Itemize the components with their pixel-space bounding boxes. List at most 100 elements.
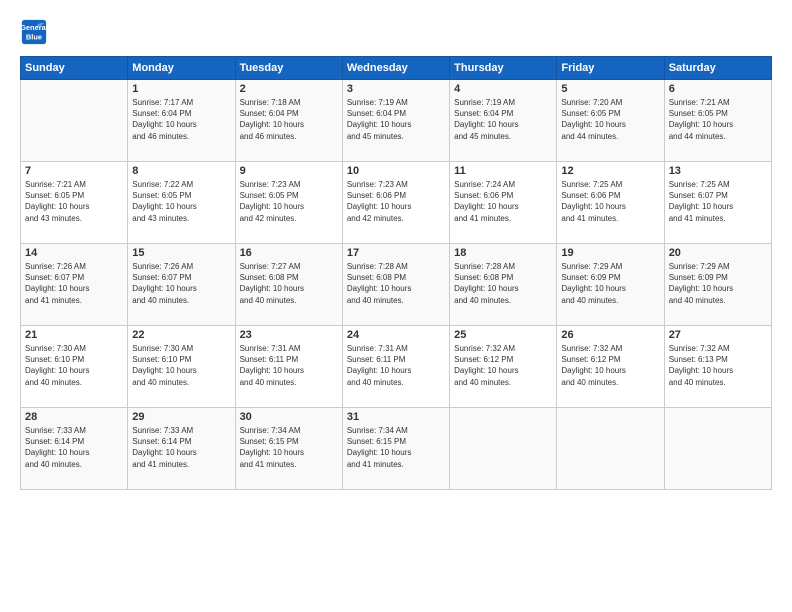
calendar-cell: 24 Sunrise: 7:31 AM Sunset: 6:11 PM Dayli… bbox=[342, 326, 449, 408]
calendar-cell: 13 Sunrise: 7:25 AM Sunset: 6:07 PM Dayli… bbox=[664, 162, 771, 244]
day-number: 24 bbox=[347, 329, 445, 341]
day-number: 14 bbox=[25, 247, 123, 259]
day-number: 26 bbox=[561, 329, 659, 341]
header: General Blue bbox=[20, 18, 772, 46]
day-number: 11 bbox=[454, 165, 552, 177]
calendar-cell: 6 Sunrise: 7:21 AM Sunset: 6:05 PM Daylig… bbox=[664, 80, 771, 162]
day-info: Sunrise: 7:18 AM Sunset: 6:04 PM Dayligh… bbox=[240, 97, 338, 142]
calendar-cell: 23 Sunrise: 7:31 AM Sunset: 6:11 PM Dayli… bbox=[235, 326, 342, 408]
calendar-cell: 1 Sunrise: 7:17 AM Sunset: 6:04 PM Daylig… bbox=[128, 80, 235, 162]
day-number: 10 bbox=[347, 165, 445, 177]
day-number: 22 bbox=[132, 329, 230, 341]
day-number: 31 bbox=[347, 411, 445, 423]
calendar-cell: 25 Sunrise: 7:32 AM Sunset: 6:12 PM Dayli… bbox=[450, 326, 557, 408]
calendar-cell: 9 Sunrise: 7:23 AM Sunset: 6:05 PM Daylig… bbox=[235, 162, 342, 244]
calendar-cell: 29Sunrise: 7:33 AM Sunset: 6:14 PM Dayli… bbox=[128, 408, 235, 490]
calendar-cell: 22Sunrise: 7:30 AM Sunset: 6:10 PM Dayli… bbox=[128, 326, 235, 408]
day-number: 1 bbox=[132, 83, 230, 95]
day-number: 12 bbox=[561, 165, 659, 177]
day-number: 18 bbox=[454, 247, 552, 259]
day-number: 20 bbox=[669, 247, 767, 259]
calendar-table: SundayMondayTuesdayWednesdayThursdayFrid… bbox=[20, 56, 772, 490]
weekday-header: Wednesday bbox=[342, 57, 449, 80]
day-info: Sunrise: 7:32 AM Sunset: 6:12 PM Dayligh… bbox=[454, 343, 552, 388]
calendar-cell bbox=[21, 80, 128, 162]
weekday-header: Friday bbox=[557, 57, 664, 80]
day-number: 7 bbox=[25, 165, 123, 177]
day-info: Sunrise: 7:19 AM Sunset: 6:04 PM Dayligh… bbox=[347, 97, 445, 142]
weekday-header: Tuesday bbox=[235, 57, 342, 80]
weekday-header: Thursday bbox=[450, 57, 557, 80]
day-info: Sunrise: 7:28 AM Sunset: 6:08 PM Dayligh… bbox=[454, 261, 552, 306]
calendar-cell: 19Sunrise: 7:29 AM Sunset: 6:09 PM Dayli… bbox=[557, 244, 664, 326]
day-number: 9 bbox=[240, 165, 338, 177]
calendar-cell: 11 Sunrise: 7:24 AM Sunset: 6:06 PM Dayli… bbox=[450, 162, 557, 244]
day-info: Sunrise: 7:17 AM Sunset: 6:04 PM Dayligh… bbox=[132, 97, 230, 142]
day-info: Sunrise: 7:26 AM Sunset: 6:07 PM Dayligh… bbox=[25, 261, 123, 306]
calendar-cell: 7 Sunrise: 7:21 AM Sunset: 6:05 PM Daylig… bbox=[21, 162, 128, 244]
day-info: Sunrise: 7:25 AM Sunset: 6:07 PM Dayligh… bbox=[669, 179, 767, 224]
day-info: Sunrise: 7:20 AM Sunset: 6:05 PM Dayligh… bbox=[561, 97, 659, 142]
logo-icon: General Blue bbox=[20, 18, 48, 46]
day-info: Sunrise: 7:34 AM Sunset: 6:15 PM Dayligh… bbox=[347, 425, 445, 470]
calendar-cell: 17Sunrise: 7:28 AM Sunset: 6:08 PM Dayli… bbox=[342, 244, 449, 326]
calendar-week-row: 14 Sunrise: 7:26 AM Sunset: 6:07 PM Dayli… bbox=[21, 244, 772, 326]
weekday-header: Monday bbox=[128, 57, 235, 80]
weekday-header-row: SundayMondayTuesdayWednesdayThursdayFrid… bbox=[21, 57, 772, 80]
day-number: 27 bbox=[669, 329, 767, 341]
day-info: Sunrise: 7:23 AM Sunset: 6:06 PM Dayligh… bbox=[347, 179, 445, 224]
day-number: 25 bbox=[454, 329, 552, 341]
calendar-cell: 27 Sunrise: 7:32 AM Sunset: 6:13 PM Dayli… bbox=[664, 326, 771, 408]
calendar-cell: 2 Sunrise: 7:18 AM Sunset: 6:04 PM Daylig… bbox=[235, 80, 342, 162]
day-number: 13 bbox=[669, 165, 767, 177]
day-info: Sunrise: 7:21 AM Sunset: 6:05 PM Dayligh… bbox=[25, 179, 123, 224]
day-info: Sunrise: 7:27 AM Sunset: 6:08 PM Dayligh… bbox=[240, 261, 338, 306]
calendar-cell: 26 Sunrise: 7:32 AM Sunset: 6:12 PM Dayli… bbox=[557, 326, 664, 408]
day-info: Sunrise: 7:31 AM Sunset: 6:11 PM Dayligh… bbox=[347, 343, 445, 388]
day-info: Sunrise: 7:25 AM Sunset: 6:06 PM Dayligh… bbox=[561, 179, 659, 224]
day-number: 21 bbox=[25, 329, 123, 341]
day-info: Sunrise: 7:26 AM Sunset: 6:07 PM Dayligh… bbox=[132, 261, 230, 306]
calendar-cell: 10 Sunrise: 7:23 AM Sunset: 6:06 PM Dayli… bbox=[342, 162, 449, 244]
calendar-cell: 14 Sunrise: 7:26 AM Sunset: 6:07 PM Dayli… bbox=[21, 244, 128, 326]
day-info: Sunrise: 7:22 AM Sunset: 6:05 PM Dayligh… bbox=[132, 179, 230, 224]
calendar-cell: 5 Sunrise: 7:20 AM Sunset: 6:05 PM Daylig… bbox=[557, 80, 664, 162]
day-info: Sunrise: 7:19 AM Sunset: 6:04 PM Dayligh… bbox=[454, 97, 552, 142]
day-number: 15 bbox=[132, 247, 230, 259]
calendar-cell: 12 Sunrise: 7:25 AM Sunset: 6:06 PM Dayli… bbox=[557, 162, 664, 244]
day-info: Sunrise: 7:30 AM Sunset: 6:10 PM Dayligh… bbox=[25, 343, 123, 388]
calendar-cell: 15 Sunrise: 7:26 AM Sunset: 6:07 PM Dayli… bbox=[128, 244, 235, 326]
calendar-cell: 18 Sunrise: 7:28 AM Sunset: 6:08 PM Dayli… bbox=[450, 244, 557, 326]
calendar-week-row: 7 Sunrise: 7:21 AM Sunset: 6:05 PM Daylig… bbox=[21, 162, 772, 244]
day-number: 2 bbox=[240, 83, 338, 95]
day-number: 16 bbox=[240, 247, 338, 259]
day-number: 23 bbox=[240, 329, 338, 341]
day-info: Sunrise: 7:33 AM Sunset: 6:14 PM Dayligh… bbox=[25, 425, 123, 470]
day-info: Sunrise: 7:31 AM Sunset: 6:11 PM Dayligh… bbox=[240, 343, 338, 388]
calendar-cell: 3 Sunrise: 7:19 AM Sunset: 6:04 PM Daylig… bbox=[342, 80, 449, 162]
day-number: 4 bbox=[454, 83, 552, 95]
calendar-week-row: 1 Sunrise: 7:17 AM Sunset: 6:04 PM Daylig… bbox=[21, 80, 772, 162]
calendar-cell bbox=[450, 408, 557, 490]
svg-text:General: General bbox=[20, 23, 48, 32]
calendar-cell: 30Sunrise: 7:34 AM Sunset: 6:15 PM Dayli… bbox=[235, 408, 342, 490]
day-info: Sunrise: 7:23 AM Sunset: 6:05 PM Dayligh… bbox=[240, 179, 338, 224]
day-info: Sunrise: 7:21 AM Sunset: 6:05 PM Dayligh… bbox=[669, 97, 767, 142]
day-number: 19 bbox=[561, 247, 659, 259]
day-info: Sunrise: 7:32 AM Sunset: 6:13 PM Dayligh… bbox=[669, 343, 767, 388]
calendar-week-row: 28 Sunrise: 7:33 AM Sunset: 6:14 PM Dayli… bbox=[21, 408, 772, 490]
calendar-cell: 8Sunrise: 7:22 AM Sunset: 6:05 PM Daylig… bbox=[128, 162, 235, 244]
calendar-cell bbox=[664, 408, 771, 490]
day-info: Sunrise: 7:29 AM Sunset: 6:09 PM Dayligh… bbox=[669, 261, 767, 306]
weekday-header: Saturday bbox=[664, 57, 771, 80]
day-number: 28 bbox=[25, 411, 123, 423]
day-info: Sunrise: 7:34 AM Sunset: 6:15 PM Dayligh… bbox=[240, 425, 338, 470]
day-info: Sunrise: 7:24 AM Sunset: 6:06 PM Dayligh… bbox=[454, 179, 552, 224]
day-number: 5 bbox=[561, 83, 659, 95]
day-info: Sunrise: 7:32 AM Sunset: 6:12 PM Dayligh… bbox=[561, 343, 659, 388]
calendar-cell: 4 Sunrise: 7:19 AM Sunset: 6:04 PM Daylig… bbox=[450, 80, 557, 162]
calendar-cell bbox=[557, 408, 664, 490]
day-number: 3 bbox=[347, 83, 445, 95]
day-number: 29 bbox=[132, 411, 230, 423]
day-number: 6 bbox=[669, 83, 767, 95]
